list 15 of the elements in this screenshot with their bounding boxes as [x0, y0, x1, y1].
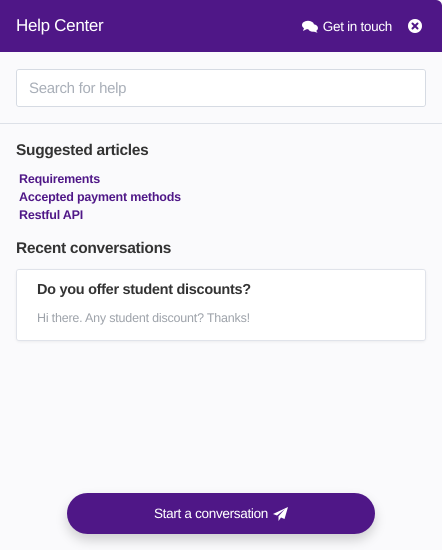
chat-bubbles-icon [302, 20, 318, 32]
conversation-card[interactable]: Do you offer student discounts? Hi there. Any student discount? Thanks! [16, 269, 426, 341]
article-link[interactable]: Restful API [19, 208, 84, 222]
header-title: Help Center [16, 16, 104, 36]
start-conversation-button[interactable]: Start a conversation [67, 493, 375, 534]
article-link[interactable]: Accepted payment methods [19, 190, 181, 204]
paper-plane-icon [273, 506, 288, 520]
close-icon[interactable] [408, 19, 422, 33]
conversation-title: Do you offer student discounts? [37, 282, 252, 298]
search-field[interactable]: Search for help [16, 69, 426, 107]
section-heading: Suggested articles [16, 142, 150, 160]
conversation-preview: Hi there. Any student discount? Thanks! [37, 311, 251, 325]
article-link[interactable]: Requirements [19, 172, 100, 186]
get-in-touch-link[interactable]: Get in touch [302, 18, 392, 34]
section-heading: Recent conversations [16, 240, 172, 258]
